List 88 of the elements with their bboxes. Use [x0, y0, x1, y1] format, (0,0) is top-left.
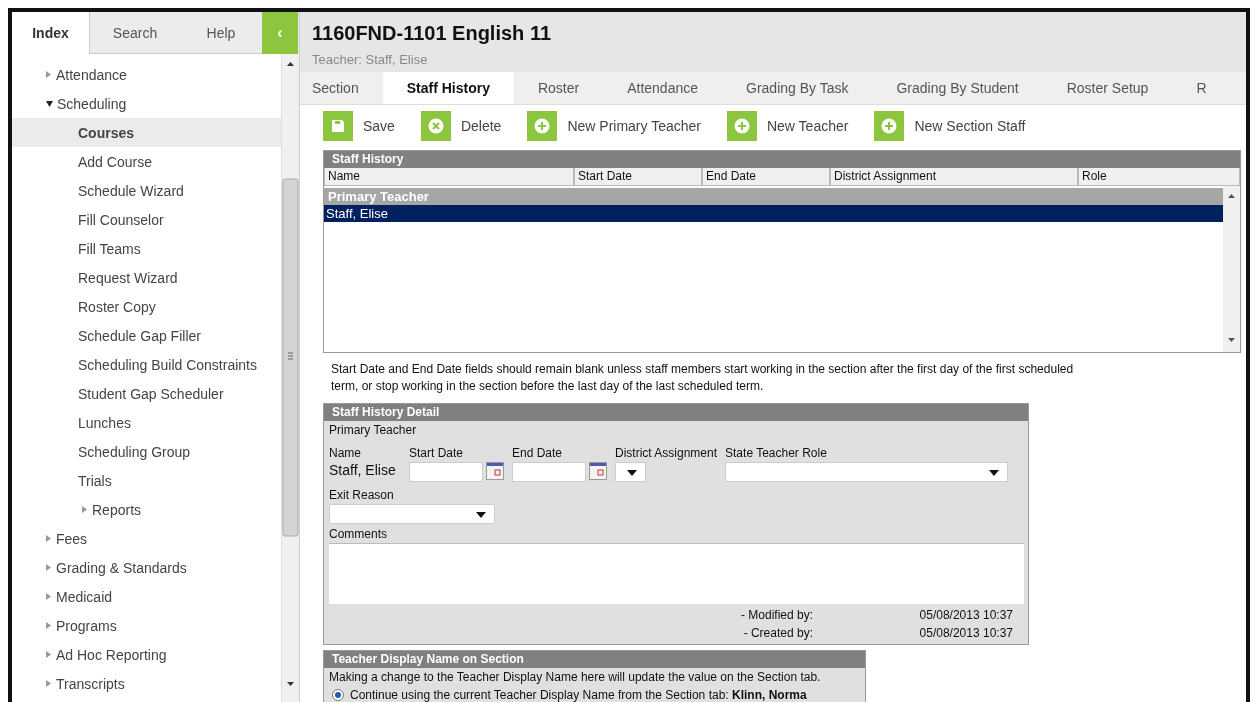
panel-text: Making a change to the Teacher Display Name here will update the value on the Section tab. [328, 669, 822, 686]
field-label: Exit Reason [329, 488, 395, 502]
toolbar-button[interactable]: Delete [420, 110, 502, 141]
collapsed-triangle-icon[interactable] [46, 680, 51, 687]
tree-item[interactable]: Scheduling [12, 89, 281, 118]
expanded-triangle-icon[interactable] [46, 100, 53, 107]
tree-item[interactable]: Lunches [12, 408, 281, 437]
tab[interactable]: Roster [513, 72, 604, 104]
field-label: Name [329, 446, 362, 460]
date-input[interactable] [409, 462, 483, 482]
radio-button[interactable] [332, 689, 344, 701]
toolbar-button[interactable]: New Section Staff [874, 110, 1026, 141]
tree-item[interactable]: Medicaid [12, 582, 281, 611]
toolbar-button[interactable]: New Primary Teacher [527, 110, 701, 141]
note-text: Start Date and End Date fields should remain blank unless staff members start working in the section after the first day of the first scheduled term, or stop working in the section before the last day of the last scheduled term. [331, 361, 1075, 395]
tree-item[interactable]: Roster Copy [12, 292, 281, 321]
plus-circle-icon [881, 117, 898, 134]
meta-label: - Created by: [742, 626, 813, 640]
field-label: End Date [512, 446, 564, 460]
tree-item[interactable]: Student Gap Scheduler [12, 379, 281, 408]
collapsed-triangle-icon[interactable] [46, 564, 51, 571]
tab[interactable]: Grading By Task [722, 72, 873, 104]
panel-title: Teacher Display Name on Section [324, 651, 865, 668]
tree-item[interactable]: Fill Teams [12, 234, 281, 263]
tree-item[interactable]: Scheduling Build Constraints [12, 350, 281, 379]
tree-item[interactable]: Trials [12, 466, 281, 495]
name-value: Staff, Elise [329, 462, 397, 478]
toolbar-button[interactable]: Save [323, 110, 395, 141]
tree-item[interactable]: Fees [12, 524, 281, 553]
collapsed-triangle-icon[interactable] [46, 593, 51, 600]
tree-item[interactable]: Reports [12, 495, 281, 524]
radio-label: Continue using the current Teacher Display Name from the Section tab: Klinn, Norma [350, 688, 807, 702]
caret-icon [627, 470, 637, 476]
tree-item[interactable]: Scheduling Group [12, 437, 281, 466]
tab[interactable]: Roster Setup [1042, 72, 1173, 104]
calendar-icon[interactable] [589, 462, 607, 480]
scrollbar[interactable] [281, 54, 299, 702]
tab[interactable]: Staff History [382, 72, 514, 104]
field-label: Start Date [409, 446, 465, 460]
collapsed-triangle-icon[interactable] [46, 622, 51, 629]
tree-item[interactable]: Transcripts [12, 669, 281, 698]
collapsed-triangle-icon[interactable] [82, 506, 87, 513]
column-header[interactable]: End Date [702, 168, 830, 186]
scrollbar[interactable] [1223, 186, 1240, 352]
group-header: Primary Teacher [324, 188, 1223, 205]
panel-title: Staff History Detail [324, 404, 1028, 421]
toolbar-button[interactable]: New Teacher [726, 110, 849, 141]
tree-item[interactable]: Schedule Wizard [12, 176, 281, 205]
caret-icon [989, 470, 1000, 476]
panel-title: Staff History [324, 151, 1240, 168]
page-subtitle: Teacher: Staff, Elise [312, 52, 429, 67]
x-circle-icon [427, 117, 444, 134]
column-header[interactable]: Role [1078, 168, 1240, 186]
tree-item[interactable]: Add Course [12, 147, 281, 176]
tab[interactable]: R [1172, 72, 1231, 104]
section-label: Primary Teacher [329, 423, 418, 437]
meta-label: - Modified by: [739, 608, 813, 622]
tree-item[interactable]: Grading & Standards [12, 553, 281, 582]
meta-value: 05/08/2013 10:37 [918, 626, 1013, 640]
meta-value: 05/08/2013 10:37 [918, 608, 1013, 622]
calendar-icon[interactable] [486, 462, 504, 480]
tree-item[interactable]: Request Wizard [12, 263, 281, 292]
tab[interactable]: Attendance [603, 72, 722, 104]
tab[interactable]: Section [300, 72, 383, 104]
field-label: State Teacher Role [725, 446, 828, 460]
page-title: 1160FND-1101 English 11 [312, 22, 553, 45]
table-row[interactable]: Staff, Elise [324, 205, 1223, 222]
caret-icon [476, 512, 486, 518]
collapsed-triangle-icon[interactable] [46, 71, 51, 78]
tree-item[interactable]: Attendance [12, 60, 281, 89]
tree-item[interactable]: Schedule Gap Filler [12, 321, 281, 350]
tree-item[interactable]: Courses [12, 118, 281, 147]
column-header[interactable]: Start Date [574, 168, 702, 186]
tree-item[interactable]: Fill Counselor [12, 205, 281, 234]
field-label: Comments [329, 527, 388, 541]
collapsed-triangle-icon[interactable] [46, 651, 51, 658]
sidebar-tab[interactable]: Index [12, 12, 90, 54]
tree-item[interactable]: Ad Hoc Reporting [12, 640, 281, 669]
collapsed-triangle-icon[interactable] [46, 535, 51, 542]
column-header[interactable]: Name [324, 168, 574, 186]
dropdown[interactable] [615, 462, 646, 482]
plus-circle-icon [733, 117, 750, 134]
date-input[interactable] [512, 462, 586, 482]
tab[interactable]: Grading By Student [872, 72, 1043, 104]
field-label: District Assignment [615, 446, 718, 460]
column-header[interactable]: District Assignment [830, 168, 1078, 186]
tree-item[interactable]: Programs [12, 611, 281, 640]
plus-circle-icon [534, 117, 551, 134]
